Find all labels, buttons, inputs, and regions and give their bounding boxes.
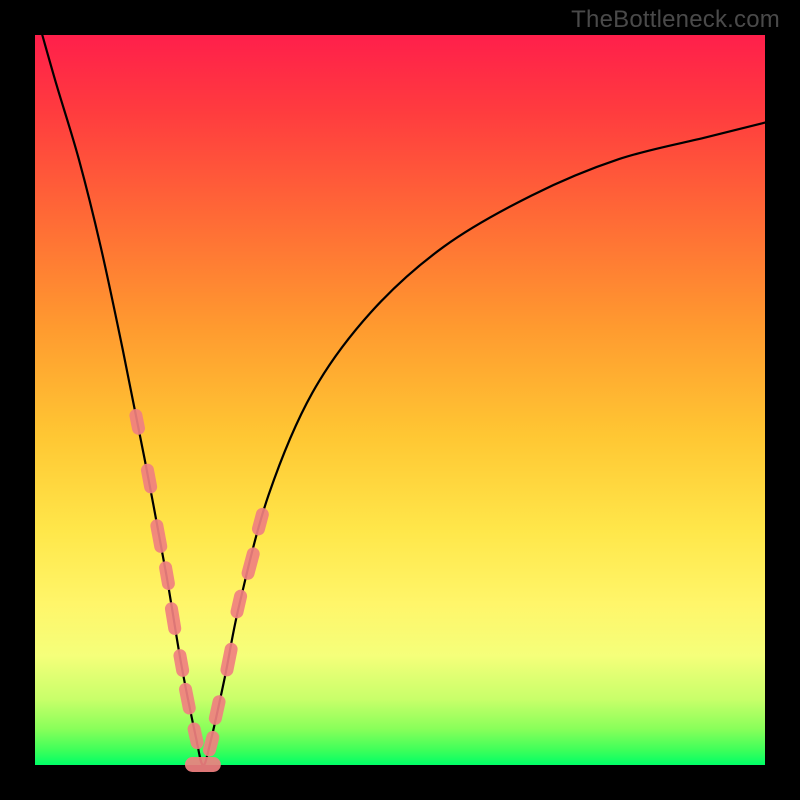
chart-frame: TheBottleneck.com	[0, 0, 800, 800]
highlight-capsule	[178, 682, 197, 716]
highlight-capsule	[219, 642, 238, 678]
highlight-capsule	[149, 518, 168, 554]
highlight-capsule	[158, 560, 176, 591]
highlight-capsule	[201, 729, 220, 757]
highlight-capsule	[128, 408, 146, 436]
highlight-capsule	[186, 721, 205, 750]
highlight-capsule	[229, 588, 248, 619]
highlight-cluster-right	[201, 506, 270, 757]
plot-area	[35, 35, 765, 765]
highlight-cluster-left	[128, 408, 221, 772]
curve-line	[42, 35, 765, 765]
highlight-capsule	[208, 694, 227, 726]
highlight-capsule	[251, 506, 271, 536]
highlight-capsule	[140, 463, 158, 495]
highlight-capsule	[164, 601, 182, 636]
highlight-base	[185, 757, 221, 772]
highlight-capsule	[172, 648, 190, 678]
bottleneck-curve	[35, 35, 765, 765]
highlight-capsule	[240, 546, 261, 581]
watermark-text: TheBottleneck.com	[571, 6, 780, 34]
